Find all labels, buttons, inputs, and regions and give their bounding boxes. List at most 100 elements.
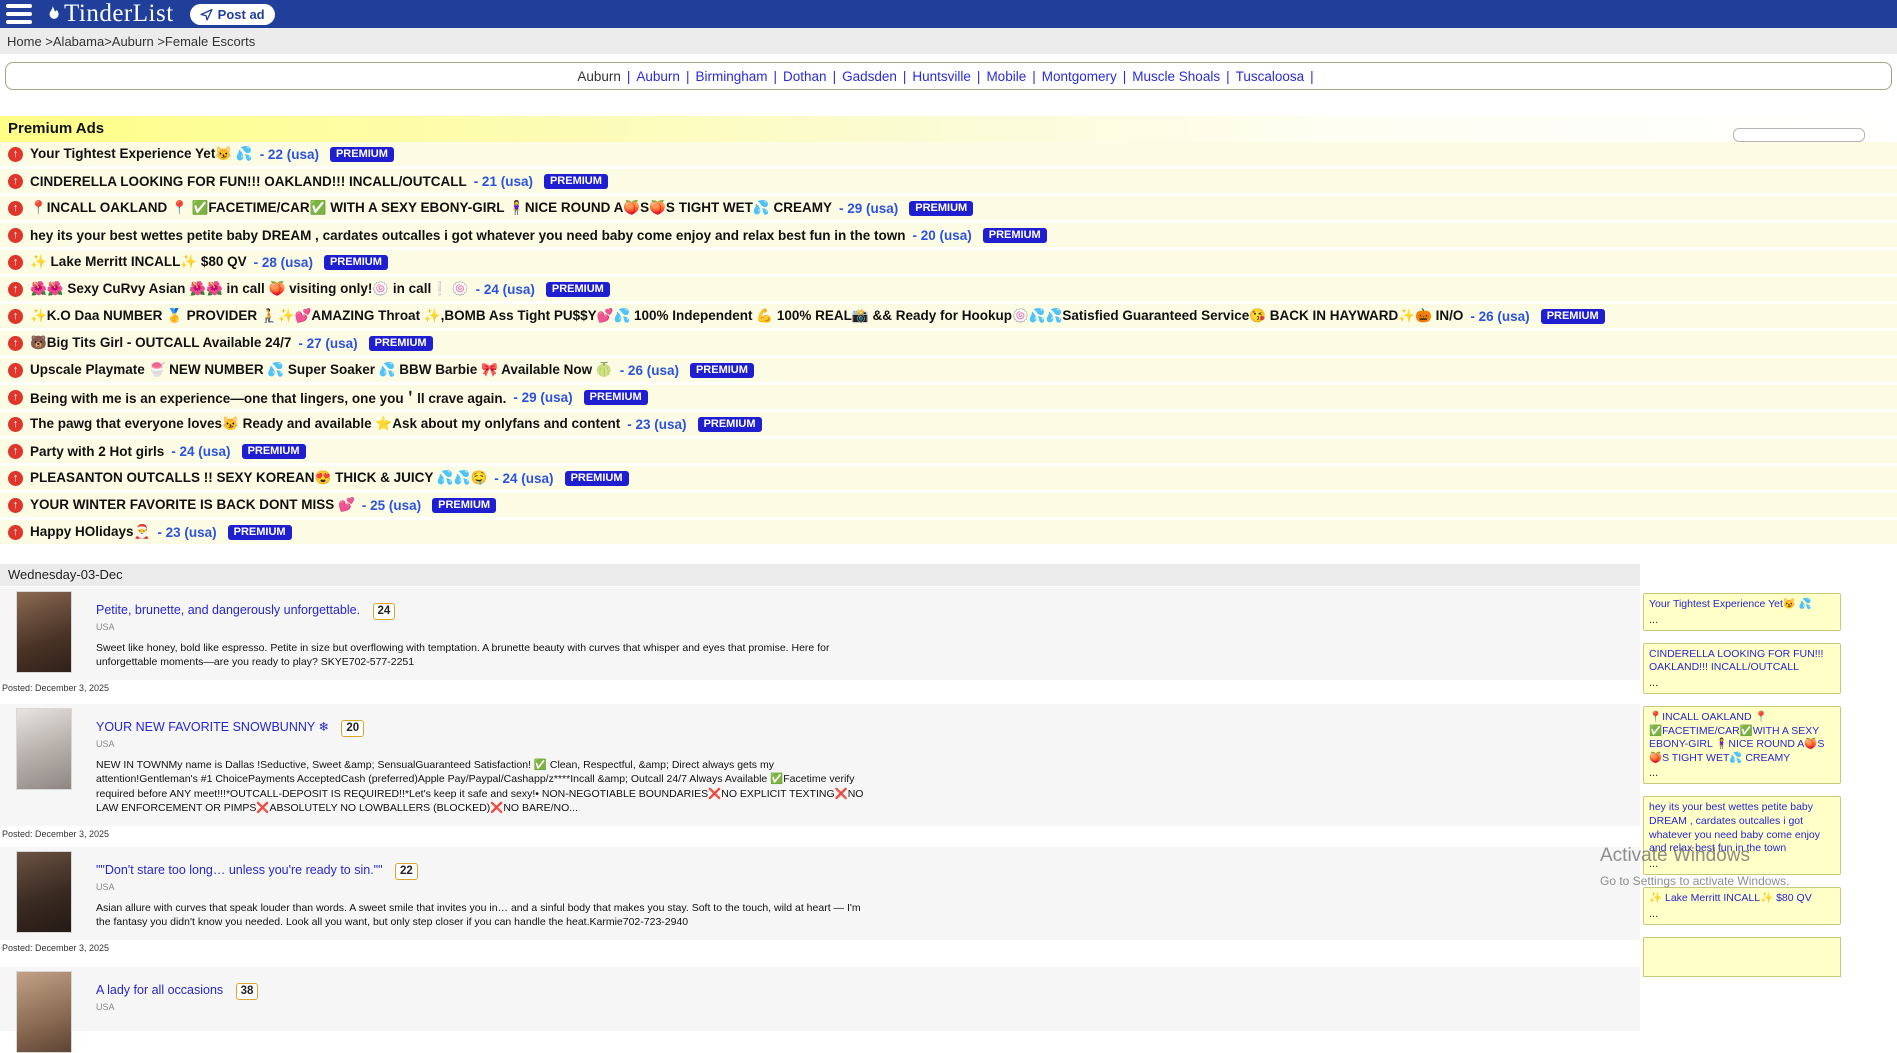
premium-badge[interactable]: PREMIUM [544, 174, 608, 189]
city-separator: | [1032, 69, 1036, 84]
premium-badge[interactable]: PREMIUM [546, 282, 610, 297]
sidebar-ad-more[interactable]: ... [1649, 858, 1835, 870]
city-link[interactable]: Gadsden [842, 69, 897, 84]
city-nav-item[interactable]: Auburn| [636, 69, 695, 84]
ad-title-link[interactable]: Happy HOlidays🎅 [30, 524, 150, 540]
ad-title-link[interactable]: Being with me is an experience—one that … [30, 387, 506, 407]
premium-ad-row[interactable]: ↑ Party with 2 Hot girls - 24 (usa) PREM… [0, 439, 1897, 463]
menu-icon[interactable] [6, 4, 32, 24]
city-nav-item[interactable]: Birmingham| [695, 69, 783, 84]
listing-thumbnail[interactable] [16, 971, 72, 1053]
ad-title-link[interactable]: Your Tightest Experience Yet😼 💦 [30, 146, 253, 162]
city-link[interactable]: Tuscaloosa [1236, 69, 1305, 84]
sidebar-ad-box[interactable]: hey its your best wettes petite baby DRE… [1643, 796, 1841, 875]
city-nav-item[interactable]: Gadsden| [842, 69, 912, 84]
premium-ad-row[interactable]: ↑ hey its your best wettes petite baby D… [0, 223, 1897, 247]
listing-row[interactable]: Petite, brunette, and dangerously unforg… [0, 587, 1640, 680]
premium-ad-row[interactable]: ↑ PLEASANTON OUTCALLS !! SEXY KOREAN😍 TH… [0, 466, 1897, 490]
listing-title-link[interactable]: Petite, brunette, and dangerously unforg… [96, 603, 360, 617]
premium-ad-row[interactable]: ↑ The pawg that everyone loves😼 Ready an… [0, 412, 1897, 436]
ad-title-link[interactable]: Party with 2 Hot girls [30, 444, 164, 459]
city-link[interactable]: Huntsville [912, 69, 971, 84]
ad-title-link[interactable]: ✨ Lake Merritt INCALL✨ $80 QV [30, 254, 247, 270]
city-separator: | [1123, 69, 1127, 84]
premium-ad-row[interactable]: ↑ 🐻Big Tits Girl - OUTCALL Available 24/… [0, 331, 1897, 355]
ad-title-link[interactable]: PLEASANTON OUTCALLS !! SEXY KOREAN😍 THIC… [30, 470, 487, 486]
city-link[interactable]: Auburn [577, 69, 621, 84]
ad-title-link[interactable]: hey its your best wettes petite baby DRE… [30, 228, 905, 243]
listing-title-link[interactable]: A lady for all occasions [96, 983, 223, 997]
breadcrumb-bar: Home >Alabama>Auburn >Female Escorts [0, 28, 1897, 54]
city-nav-item[interactable]: Dothan | [783, 69, 842, 84]
premium-badge[interactable]: PREMIUM [242, 444, 306, 459]
post-ad-button[interactable]: Post ad [190, 4, 275, 25]
listing-title-link[interactable]: YOUR NEW FAVORITE SNOWBUNNY ❄ [96, 720, 329, 734]
city-link[interactable]: Auburn [636, 69, 680, 84]
premium-ad-row[interactable]: ↑ Upscale Playmate 🍧 NEW NUMBER 💦 Super … [0, 358, 1897, 382]
ad-title-link[interactable]: The pawg that everyone loves😼 Ready and … [30, 416, 620, 432]
ad-title-link[interactable]: 🐻Big Tits Girl - OUTCALL Available 24/7 [30, 335, 291, 351]
premium-ad-row[interactable]: ↑ Happy HOlidays🎅 - 23 (usa) PREMIUM [0, 520, 1897, 544]
premium-badge[interactable]: PREMIUM [324, 255, 388, 270]
listing-row[interactable]: ""Don't stare too long… unless you're re… [0, 847, 1640, 940]
premium-ad-row[interactable]: ↑ Being with me is an experience—one tha… [0, 385, 1897, 409]
premium-badge[interactable]: PREMIUM [228, 525, 292, 540]
sidebar-ad-more[interactable]: ... [1649, 677, 1835, 689]
ad-title-link[interactable]: ✨K.O Daa NUMBER 🥇 PROVIDER 🧎✨💕AMAZING Th… [30, 308, 1463, 324]
ad-title-link[interactable]: 🌺🌺 Sexy CuRvy Asian 🌺🌺 in call 🍑 visitin… [30, 281, 469, 297]
premium-badge[interactable]: PREMIUM [432, 498, 496, 513]
ad-title-link[interactable]: CINDERELLA LOOKING FOR FUN!!! OAKLAND!!!… [30, 174, 467, 189]
premium-ad-row[interactable]: ↑ 🌺🌺 Sexy CuRvy Asian 🌺🌺 in call 🍑 visit… [0, 277, 1897, 301]
premium-badge[interactable]: PREMIUM [565, 471, 629, 486]
ad-title-link[interactable]: 📍INCALL OAKLAND 📍 ✅FACETIME/CAR✅ WITH A … [30, 200, 832, 216]
premium-badge[interactable]: PREMIUM [983, 228, 1047, 243]
city-nav-item[interactable]: Mobile | [986, 69, 1041, 84]
city-nav-item[interactable]: Auburn| [577, 69, 636, 84]
breadcrumb[interactable]: Home >Alabama>Auburn >Female Escorts [7, 34, 255, 49]
premium-ad-row[interactable]: ↑ ✨ Lake Merritt INCALL✨ $80 QV - 28 (us… [0, 250, 1897, 274]
premium-badge[interactable]: PREMIUM [909, 201, 973, 216]
sidebar-ad-more[interactable]: ... [1649, 767, 1835, 779]
sidebar-ad-box[interactable]: ✨ Lake Merritt INCALL✨ $80 QV ... [1643, 887, 1841, 925]
sidebar-ad-title-link[interactable]: hey its your best wettes petite baby DRE… [1649, 801, 1835, 856]
listing-thumbnail[interactable] [16, 851, 72, 933]
city-nav-item[interactable]: Montgomery | [1042, 69, 1133, 84]
city-nav-item[interactable]: Muscle Shoals| [1132, 69, 1235, 84]
premium-ad-row[interactable]: ↑ Your Tightest Experience Yet😼 💦 - 22 (… [0, 142, 1897, 166]
premium-ad-row[interactable]: ↑ CINDERELLA LOOKING FOR FUN!!! OAKLAND!… [0, 169, 1897, 193]
sidebar-ad-box[interactable]: Your Tightest Experience Yet😼 💦 ... [1643, 593, 1841, 631]
ad-title-link[interactable]: Upscale Playmate 🍧 NEW NUMBER 💦 Super So… [30, 362, 613, 378]
premium-badge[interactable]: PREMIUM [584, 390, 648, 405]
premium-badge[interactable]: PREMIUM [690, 363, 754, 378]
city-link[interactable]: Birmingham [695, 69, 767, 84]
listing-thumbnail[interactable] [16, 591, 72, 673]
city-nav-item[interactable]: Tuscaloosa| [1236, 69, 1320, 84]
city-link[interactable]: Dothan [783, 69, 827, 84]
city-link[interactable]: Montgomery [1042, 69, 1117, 84]
premium-badge[interactable]: PREMIUM [698, 417, 762, 432]
sidebar-ad-more[interactable]: ... [1649, 614, 1835, 626]
brand-logo[interactable]: TinderList [42, 1, 174, 27]
listing-row[interactable]: A lady for all occasions 38 USA [0, 967, 1640, 1031]
premium-badge[interactable]: PREMIUM [1541, 309, 1605, 324]
premium-ad-row[interactable]: ↑ YOUR WINTER FAVORITE IS BACK DONT MISS… [0, 493, 1897, 517]
sidebar-ad-more[interactable]: ... [1649, 908, 1835, 920]
premium-ad-row[interactable]: ↑ 📍INCALL OAKLAND 📍 ✅FACETIME/CAR✅ WITH … [0, 196, 1897, 220]
sidebar-ad-box[interactable]: CINDERELLA LOOKING FOR FUN!!! OAKLAND!!!… [1643, 643, 1841, 694]
city-separator: | [833, 69, 837, 84]
sidebar-ad-box[interactable]: 📍INCALL OAKLAND 📍✅FACETIME/CAR✅WITH A SE… [1643, 706, 1841, 785]
listing-thumbnail[interactable] [16, 708, 72, 790]
listing-title-link[interactable]: ""Don't stare too long… unless you're re… [96, 863, 383, 877]
sidebar-ad-title-link[interactable]: ✨ Lake Merritt INCALL✨ $80 QV [1649, 892, 1835, 906]
city-nav-item[interactable]: Huntsville| [912, 69, 986, 84]
sidebar-ad-title-link[interactable]: CINDERELLA LOOKING FOR FUN!!! OAKLAND!!!… [1649, 648, 1835, 675]
premium-badge[interactable]: PREMIUM [330, 147, 394, 162]
premium-ad-row[interactable]: ↑ ✨K.O Daa NUMBER 🥇 PROVIDER 🧎✨💕AMAZING … [0, 304, 1897, 328]
premium-badge[interactable]: PREMIUM [369, 336, 433, 351]
listing-row[interactable]: YOUR NEW FAVORITE SNOWBUNNY ❄ 20 USA NEW… [0, 704, 1640, 826]
ad-title-link[interactable]: YOUR WINTER FAVORITE IS BACK DONT MISS 💕 [30, 497, 355, 513]
city-link[interactable]: Mobile [986, 69, 1026, 84]
sidebar-ad-title-link[interactable]: Your Tightest Experience Yet😼 💦 [1649, 598, 1835, 612]
sidebar-ad-title-link[interactable]: 📍INCALL OAKLAND 📍✅FACETIME/CAR✅WITH A SE… [1649, 711, 1835, 766]
city-link[interactable]: Muscle Shoals [1132, 69, 1220, 84]
